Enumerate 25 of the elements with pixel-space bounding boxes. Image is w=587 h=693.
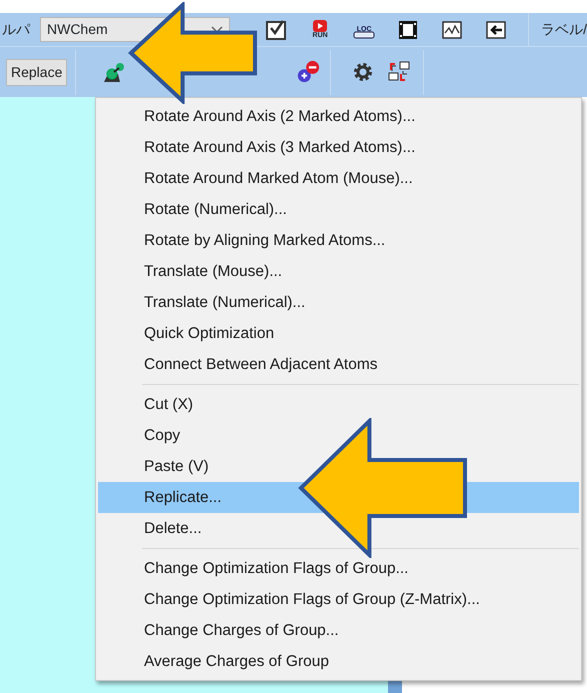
menu-item[interactable]: Change Optimization Flags of Group... [98,553,579,584]
menu-item[interactable]: Connect Between Adjacent Atoms [98,349,579,380]
menu-item[interactable]: Cut (X) [98,389,579,420]
menu-item[interactable]: Translate (Numerical)... [98,287,579,318]
menu-item[interactable]: Rotate Around Axis (3 Marked Atoms)... [98,132,579,163]
menu-item[interactable]: Rotate Around Marked Atom (Mouse)... [98,163,579,194]
add-remove-icon[interactable] [296,60,320,84]
menu-item[interactable]: Quick Optimization [98,318,579,349]
menu-item[interactable]: Change Optimization Flags of Group (Z-Matrix)... [98,584,579,615]
menu-item[interactable]: Copy [98,420,579,451]
menu-item[interactable]: Rotate by Aligning Marked Atoms... [98,225,579,256]
chevron-icon [211,26,224,34]
check-box-icon[interactable] [264,18,288,42]
menu-item[interactable]: Paste (V) [98,451,579,482]
menu-item[interactable]: Change Charges of Group... [98,615,579,646]
network-icon[interactable] [387,60,412,84]
menu-item[interactable]: Average Charges of Group [98,646,579,677]
menu-item[interactable]: Delete... [98,513,579,544]
molecule-icon[interactable] [102,60,126,84]
menu-item[interactable]: Translate (Mouse)... [98,256,579,287]
toolbar-label: ラベル/ [541,20,587,39]
menu-item[interactable]: Rotate Around Axis (2 Marked Atoms)... [98,101,579,132]
toolbar-label: ルパ [2,20,30,39]
menu-item[interactable]: Rotate (Numerical)... [98,194,579,225]
replace-button[interactable]: Replace [6,58,68,86]
